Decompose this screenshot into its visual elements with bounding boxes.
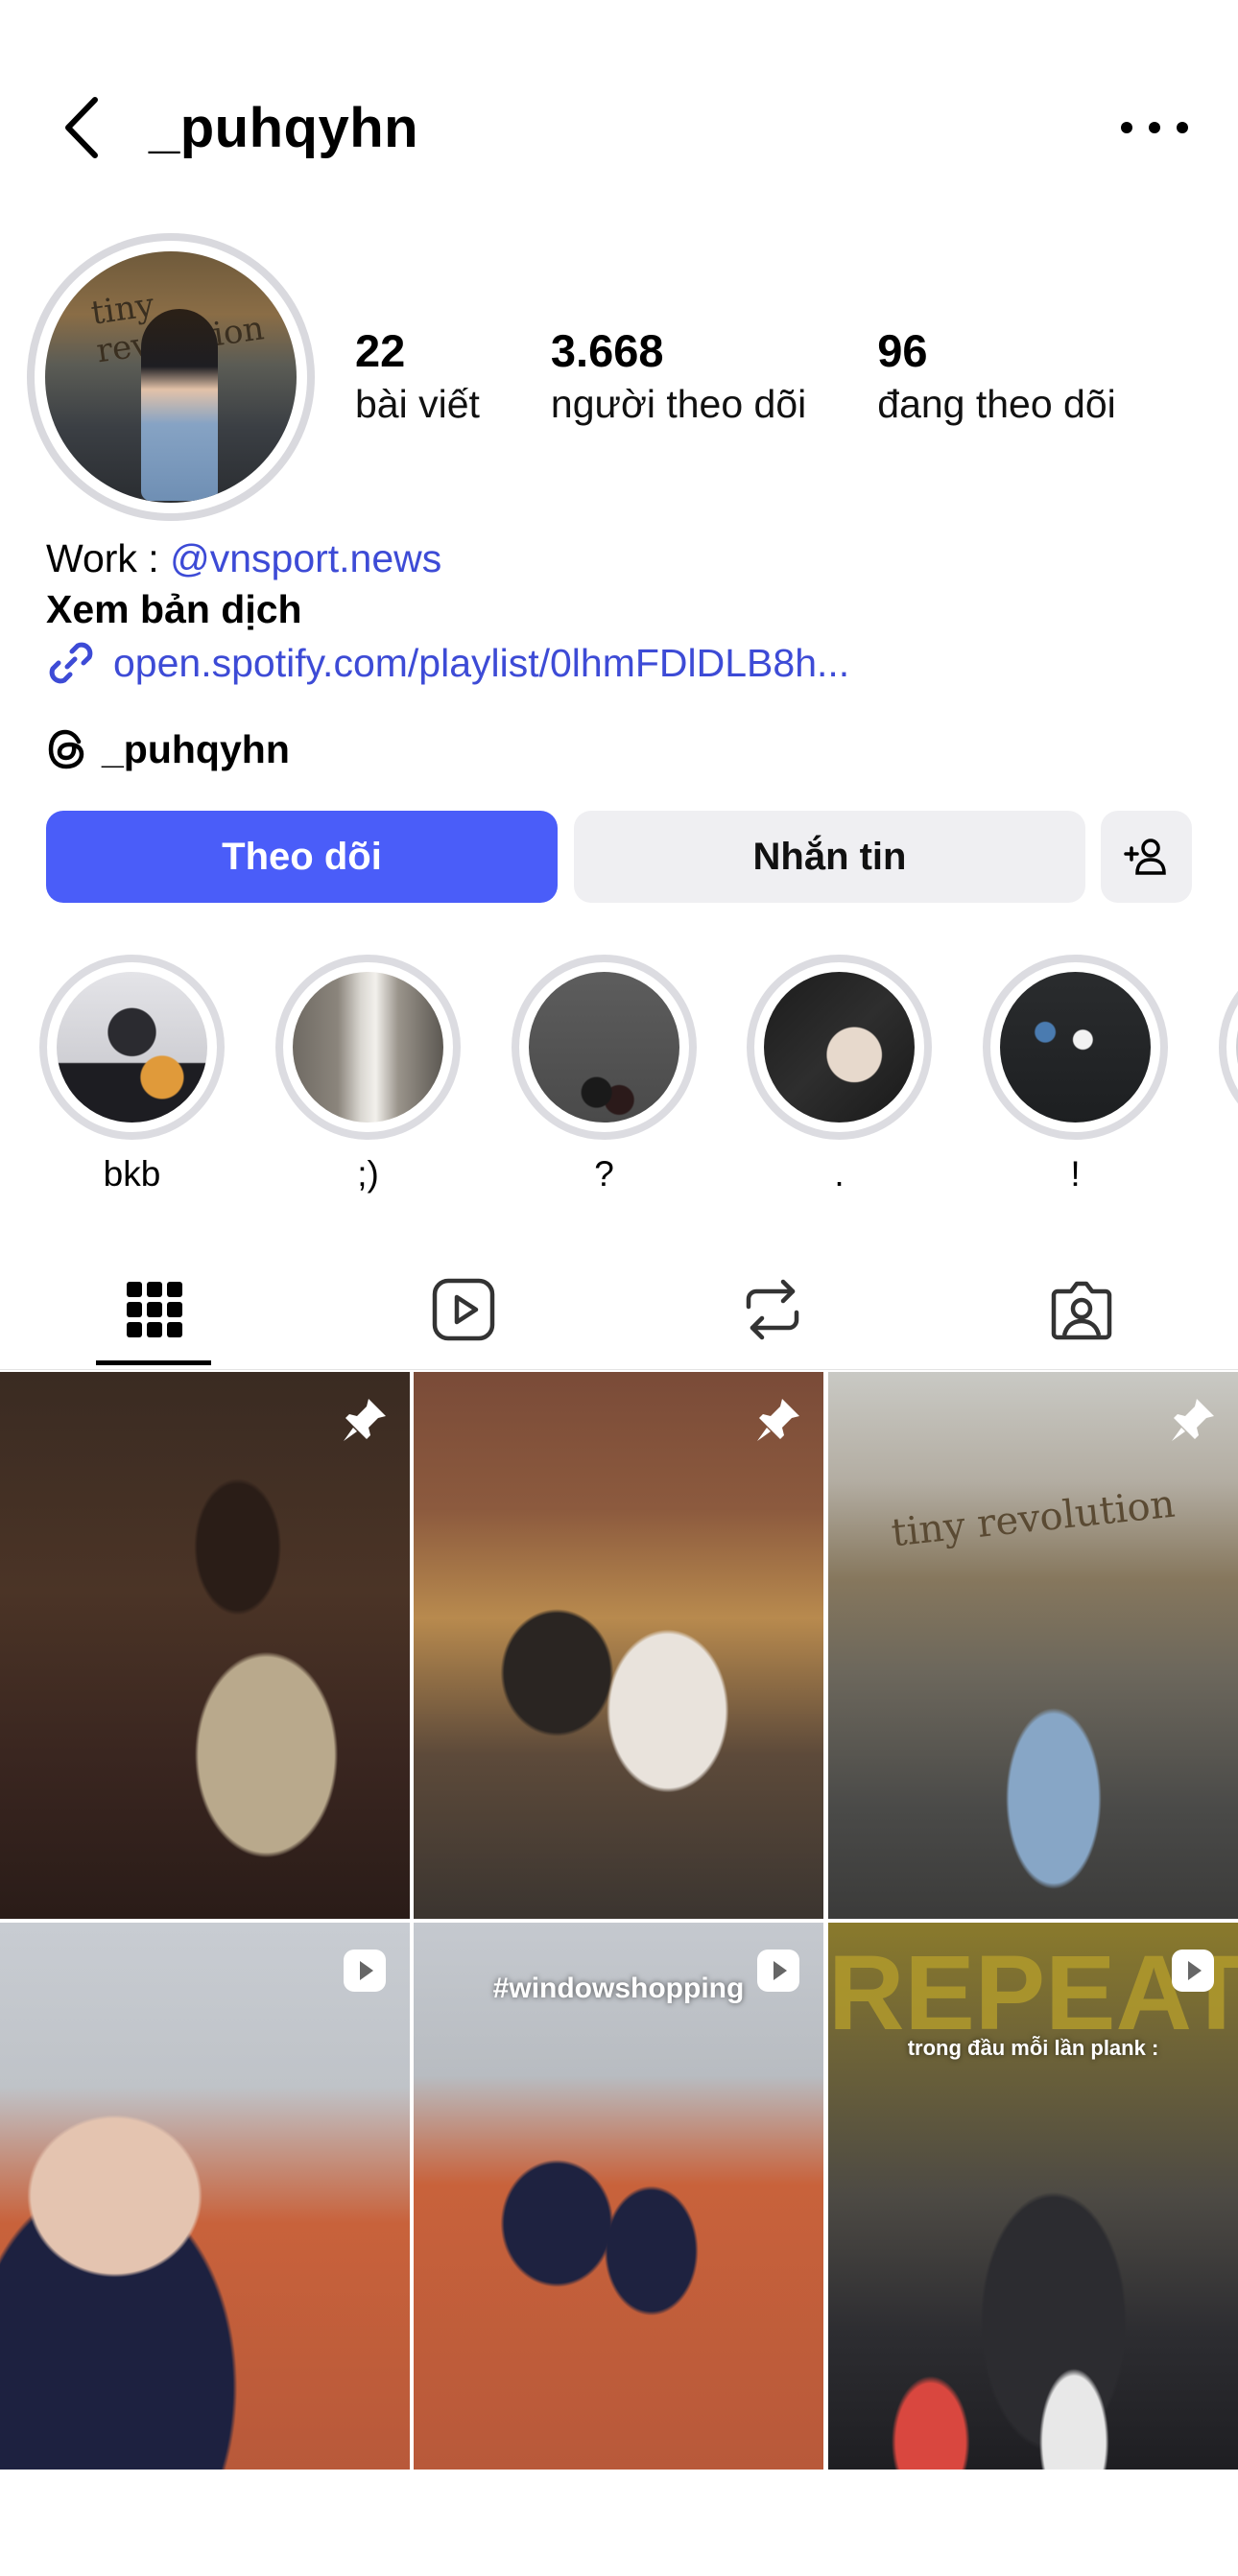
pin-icon [1166, 1393, 1219, 1446]
repost-icon [746, 1279, 799, 1340]
reel-icon [751, 1944, 804, 1997]
message-button[interactable]: Nhắn tin [574, 811, 1085, 903]
stat-following[interactable]: 96 đang theo dõi [877, 324, 1116, 430]
post-thumbnail[interactable] [0, 1372, 410, 1919]
tagged-icon [1051, 1281, 1112, 1340]
add-person-icon [1123, 839, 1166, 875]
more-options-button[interactable] [1121, 110, 1188, 144]
bio-mention-link[interactable]: @vnsport.news [170, 536, 441, 580]
page-title: _puhqyhn [149, 97, 419, 159]
chevron-left-icon [65, 96, 98, 158]
post-thumbnail[interactable] [414, 1372, 823, 1919]
highlight-label: ! [1070, 1154, 1081, 1193]
highlight-item[interactable]: ;) [274, 955, 462, 1194]
bio-url[interactable]: open.spotify.com/playlist/0lhmFDlDLB8h..… [46, 638, 849, 688]
threads-username: _puhqyhn [102, 726, 290, 771]
tab-posts[interactable] [0, 1247, 309, 1372]
bio-text: Work : @vnsport.news [46, 532, 441, 584]
reel-icon [1166, 1944, 1219, 1997]
avatar[interactable]: tiny revolution [27, 233, 315, 521]
highlight-cover [529, 972, 679, 1123]
highlight-item[interactable] [1218, 955, 1238, 1140]
reels-icon [432, 1278, 495, 1341]
stat-followers[interactable]: 3.668 người theo dõi [551, 324, 806, 430]
highlight-cover [293, 972, 443, 1123]
highlight-label: bkb [103, 1154, 161, 1193]
avatar-image: tiny revolution [45, 251, 297, 503]
profile-header: _puhqyhn [0, 0, 1238, 221]
tab-reels[interactable] [309, 1247, 618, 1372]
pin-icon [338, 1393, 391, 1446]
stat-label: bài viết [355, 382, 480, 426]
active-tab-indicator [96, 1360, 211, 1365]
post-thumbnail[interactable]: #windowshopping [414, 1923, 823, 2470]
highlight-cover [1000, 972, 1151, 1123]
dot-icon [1177, 121, 1188, 133]
threads-icon [48, 729, 84, 769]
avatar-figure [141, 309, 218, 501]
pin-icon [751, 1393, 804, 1446]
dot-icon [1149, 121, 1160, 133]
post-sign-text: tiny revolution [889, 1481, 1178, 1556]
tab-reposts[interactable] [618, 1247, 927, 1372]
reel-icon [338, 1944, 391, 1997]
stat-label: đang theo dõi [877, 382, 1116, 426]
stat-label: người theo dõi [550, 382, 807, 426]
highlight-label: . [834, 1154, 845, 1193]
translate-link[interactable]: Xem bản dịch [46, 583, 302, 635]
threads-badge[interactable]: _puhqyhn [46, 726, 290, 772]
back-button[interactable] [53, 91, 110, 163]
follow-button[interactable]: Theo dõi [46, 811, 558, 903]
highlight-label: ;) [357, 1154, 379, 1193]
dot-icon [1121, 121, 1132, 133]
url-text: open.spotify.com/playlist/0lhmFDlDLB8h..… [113, 640, 850, 685]
post-caption: trong đầu mỗi lần plank : [907, 2036, 1159, 2060]
tab-tagged[interactable] [927, 1247, 1236, 1372]
stat-value: 22 [355, 325, 406, 376]
grid-icon [127, 1282, 182, 1337]
profile-tabs [0, 1247, 1238, 1372]
stat-value: 3.668 [550, 325, 664, 376]
profile-stats: 22 bài viết 3.668 người theo dõi 96 đang… [355, 324, 1187, 430]
post-thumbnail[interactable]: REPEAT trong đầu mỗi lần plank : [828, 1923, 1238, 2470]
highlight-item[interactable]: ! [982, 955, 1169, 1194]
highlight-cover [57, 972, 207, 1123]
bio-work-label: Work : [46, 536, 171, 580]
highlight-item[interactable]: ? [511, 955, 698, 1194]
story-highlights: bkb ;) ? . ! [0, 955, 1238, 1194]
post-thumbnail[interactable] [0, 1923, 410, 2470]
highlight-cover [764, 972, 915, 1123]
link-icon [49, 642, 93, 684]
suggested-accounts-button[interactable] [1101, 811, 1192, 903]
highlight-item[interactable]: . [746, 955, 933, 1194]
highlight-item[interactable]: bkb [38, 955, 226, 1194]
stat-value: 96 [877, 325, 928, 376]
post-thumbnail[interactable]: tiny revolution [828, 1372, 1238, 1919]
highlight-label: ? [594, 1154, 614, 1193]
stat-posts[interactable]: 22 bài viết [355, 324, 480, 430]
divider [0, 1369, 1238, 1370]
